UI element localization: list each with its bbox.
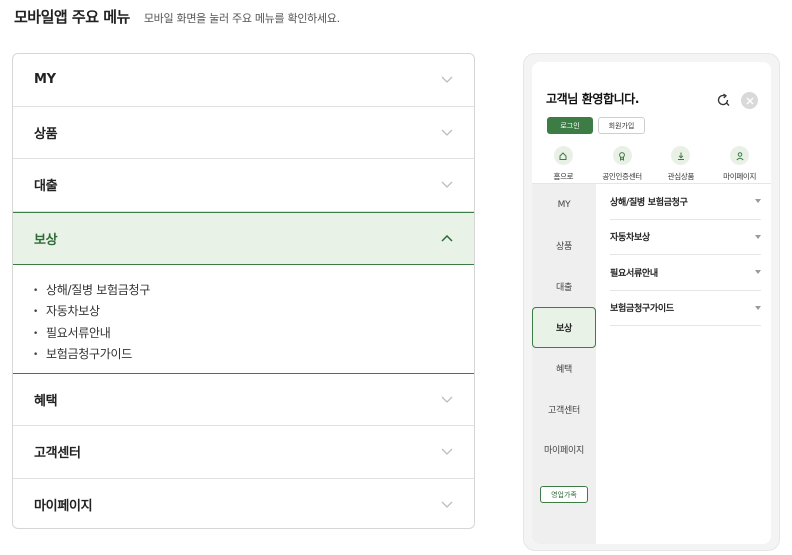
submenu-item[interactable]: 자동차보상: [610, 220, 761, 255]
side-menu-item[interactable]: 혜택: [532, 348, 596, 388]
side-menu-item-active[interactable]: 보상: [532, 307, 596, 348]
panel-link[interactable]: 보험금청구가이드: [33, 345, 454, 367]
submenu-item-label: 필요서류안내: [610, 268, 658, 279]
home-icon: [553, 146, 573, 165]
accordion-item-label: MY: [34, 72, 56, 88]
submenu-item[interactable]: 보험금청구가이드: [610, 291, 761, 326]
person-icon: [730, 146, 750, 165]
caret-down-icon: [755, 199, 761, 204]
quick-link-certificate[interactable]: 공인인증센터: [594, 146, 650, 182]
panel-link[interactable]: 필요서류안내: [33, 324, 454, 346]
submenu-item-label: 상해/질병 보험금청구: [610, 197, 688, 208]
quick-link-label: 공인인증센터: [602, 172, 642, 181]
quick-links: 홈으로 공인인증센터 관심상품 마이페이지: [532, 146, 771, 182]
accordion-item-loan[interactable]: 대출: [13, 159, 474, 212]
accordion-item-my[interactable]: MY: [13, 54, 474, 107]
side-menu-item[interactable]: 고객센터: [532, 389, 596, 429]
accordion-item-label: 고객센터: [34, 446, 81, 462]
phone-menu-panel: MY 상품 대출 보상 혜택 고객센터 마이페이지 영업가족 상해/질병 보험금…: [532, 183, 771, 544]
chevron-down-icon: [440, 392, 454, 406]
accordion-item-mypage[interactable]: 마이페이지: [13, 479, 474, 529]
chevron-up-icon: [440, 231, 454, 245]
side-menu-item[interactable]: 상품: [532, 225, 596, 265]
caret-down-icon: [755, 305, 761, 310]
submenu-item[interactable]: 필요서류안내: [610, 255, 761, 291]
chevron-down-icon: [440, 498, 454, 512]
join-button[interactable]: 회원가입: [598, 117, 645, 134]
quick-link-home[interactable]: 홈으로: [535, 146, 591, 182]
submenu-item-label: 보험금청구가이드: [610, 304, 674, 315]
phone-screen: 고객님 환영합니다. 로그인 회원가입 홈으로 공인인증센터 관심상품 마이페이…: [532, 62, 771, 544]
quick-link-label: 관심상품: [667, 172, 695, 181]
login-button[interactable]: 로그인: [547, 117, 593, 134]
quick-link-label: 홈으로: [553, 172, 574, 181]
submenu-item-label: 자동차보상: [610, 233, 650, 244]
accordion-item-label: 대출: [34, 179, 58, 195]
close-icon[interactable]: [741, 92, 758, 109]
caret-down-icon: [755, 234, 761, 239]
chevron-down-icon: [440, 445, 454, 459]
chevron-down-icon: [440, 178, 454, 192]
panel-link[interactable]: 상해/질병 보험금청구: [33, 281, 454, 303]
accordion-item-customer-center[interactable]: 고객센터: [13, 426, 474, 479]
chevron-down-icon: [440, 73, 454, 87]
phone-side-menu: MY 상품 대출 보상 혜택 고객센터 마이페이지 영업가족: [532, 184, 596, 544]
accordion-item-products[interactable]: 상품: [13, 107, 474, 159]
certificate-icon: [612, 146, 632, 165]
side-menu-item[interactable]: MY: [532, 185, 596, 225]
submenu-item[interactable]: 상해/질병 보험금청구: [610, 184, 761, 220]
chevron-down-icon: [440, 125, 454, 139]
refresh-icon[interactable]: [715, 92, 731, 108]
sales-family-button[interactable]: 영업가족: [540, 486, 588, 503]
accordion-item-benefits[interactable]: 혜택: [13, 374, 474, 426]
download-icon: [671, 146, 691, 165]
page-header: 모바일앱 주요 메뉴 모바일 화면을 눌러 주요 메뉴를 확인하세요.: [14, 6, 340, 27]
side-menu-item[interactable]: 마이페이지: [532, 429, 596, 469]
phone-mockup: 고객님 환영합니다. 로그인 회원가입 홈으로 공인인증센터 관심상품 마이페이…: [523, 53, 780, 551]
quick-link-mypage[interactable]: 마이페이지: [712, 146, 768, 182]
phone-submenu: 상해/질병 보험금청구 자동차보상 필요서류안내 보험금청구가이드: [596, 184, 771, 326]
quick-link-interest[interactable]: 관심상품: [653, 146, 709, 182]
accordion-item-label: 상품: [34, 126, 58, 142]
welcome-text: 고객님 환영합니다.: [546, 92, 640, 106]
accordion-item-label: 보상: [34, 232, 58, 248]
accordion-item-compensation[interactable]: 보상: [13, 211, 474, 265]
accordion-item-label: 마이페이지: [34, 499, 93, 515]
quick-link-label: 마이페이지: [723, 172, 757, 181]
page-title: 모바일앱 주요 메뉴: [14, 8, 130, 26]
accordion-item-label: 혜택: [34, 393, 58, 409]
accordion-panel-compensation: 상해/질병 보험금청구 자동차보상 필요서류안내 보험금청구가이드: [13, 264, 474, 374]
side-menu-item[interactable]: 대출: [532, 266, 596, 306]
panel-link[interactable]: 자동차보상: [33, 302, 454, 324]
caret-down-icon: [755, 270, 761, 275]
page-subtitle: 모바일 화면을 눌러 주요 메뉴를 확인하세요.: [143, 12, 340, 25]
menu-accordion: MY 상품 대출 보상 상해/질병 보험금청구 자동차보상 필요서류안내 보험금…: [12, 53, 475, 529]
